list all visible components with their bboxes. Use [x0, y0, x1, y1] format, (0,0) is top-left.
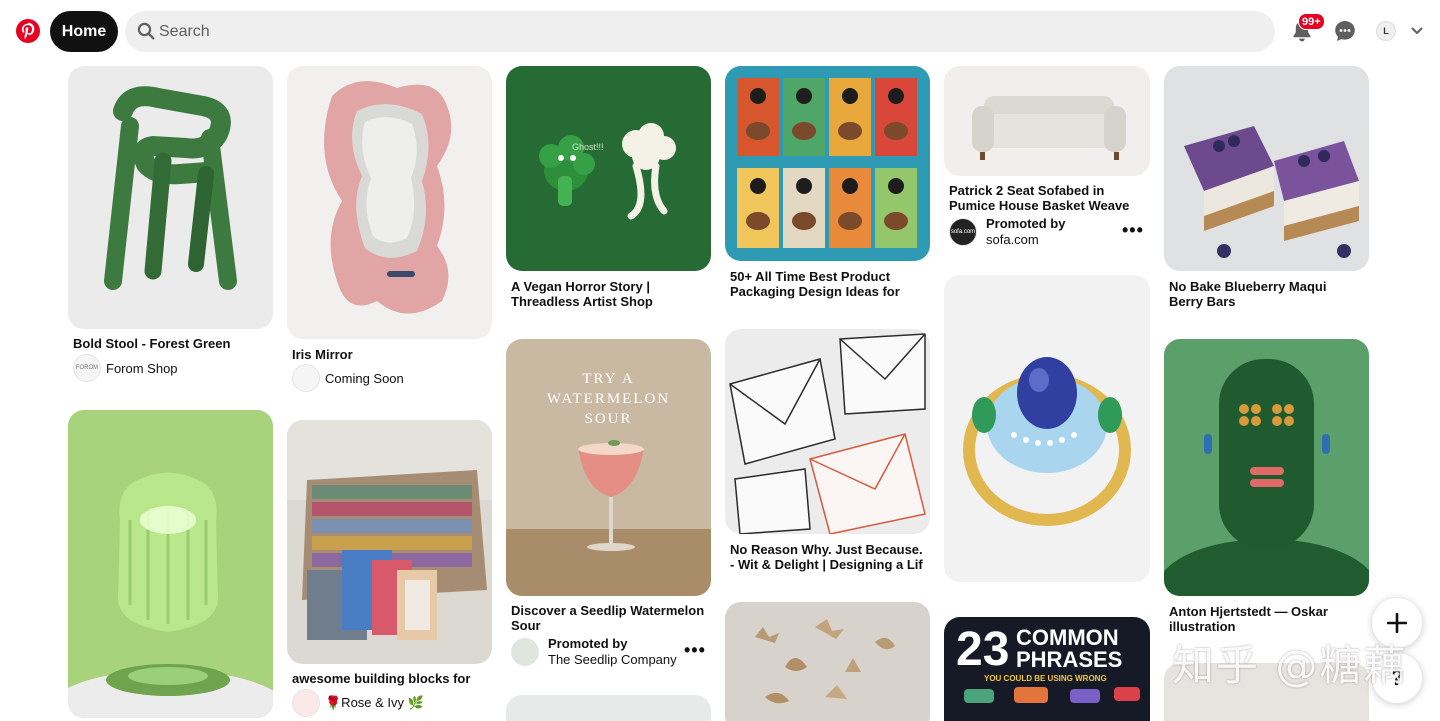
promoted-label: Promoted by — [548, 636, 628, 651]
image-caption: TRY A WATERMELON SOUR — [546, 371, 671, 427]
pin-image-blueberry-bars[interactable] — [1164, 66, 1369, 271]
more-options-icon[interactable]: ••• — [1122, 220, 1144, 241]
source-avatar — [292, 689, 320, 717]
pin-title[interactable]: A Vegan Horror Story | Threadless Artist… — [511, 279, 706, 310]
pin-title[interactable]: Anton Hjertstedt — Oskar illustration — [1169, 604, 1364, 635]
notification-badge: 99+ — [1298, 13, 1325, 30]
pin-title[interactable]: Patrick 2 Seat Sofabed in Pumice House B… — [949, 183, 1145, 214]
source-name: 🌹Rose & Ivy 🌿 — [325, 695, 424, 710]
promoter-name: The Seedlip Company — [548, 652, 677, 667]
promoted-label: Promoted by — [986, 216, 1066, 231]
source-avatar: FOROM — [73, 354, 101, 382]
pin-title[interactable]: Bold Stool - Forest Green — [73, 336, 273, 352]
watermark: 知乎 @糖藕 — [1172, 641, 1408, 690]
pin-image-iris-mirror[interactable] — [287, 66, 492, 339]
pin-title[interactable]: awesome building blocks for — [292, 671, 492, 687]
top-nav: Home 99+ L — [0, 0, 1440, 62]
chat-icon[interactable] — [1333, 19, 1357, 43]
pin-image-envelopes[interactable] — [725, 329, 930, 534]
source-name: Forom Shop — [106, 360, 178, 376]
pin-source[interactable]: Coming Soon — [292, 364, 404, 392]
pin-image-vegan-horror[interactable]: Ghost!!! — [506, 66, 711, 271]
pinterest-logo-icon[interactable] — [16, 19, 40, 43]
pin-image-partial[interactable] — [506, 695, 711, 721]
promoter-name: sofa.com — [986, 232, 1039, 247]
pin-source[interactable]: 🌹Rose & Ivy 🌿 — [292, 689, 424, 717]
pin-image-green-lamp[interactable] — [68, 410, 273, 718]
pin-image-bold-stool[interactable] — [68, 66, 273, 329]
pin-image-anton-illustration[interactable] — [1164, 339, 1369, 596]
pin-image-sofa[interactable] — [944, 66, 1150, 176]
source-avatar: sofa.com — [949, 218, 977, 246]
search-icon — [137, 22, 155, 40]
search-bar[interactable] — [125, 11, 1275, 52]
pin-image-ring[interactable] — [944, 275, 1150, 582]
source-name: Coming Soon — [325, 370, 404, 386]
promoted-by[interactable]: sofa.com Promoted by sofa.com — [949, 216, 1065, 248]
pin-source[interactable]: FOROM Forom Shop — [73, 354, 178, 382]
image-caption: Ghost!!! — [572, 142, 604, 152]
pin-title[interactable]: No Bake Blueberry Maqui Berry Bars — [1169, 279, 1364, 310]
pin-image-common-phrases[interactable]: 23 COMMON PHRASES YOU COULD BE USING WRO… — [944, 617, 1150, 721]
pin-image-watermelon-sour[interactable]: TRY A WATERMELON SOUR — [506, 339, 711, 596]
user-avatar[interactable]: L — [1376, 21, 1396, 41]
source-avatar — [511, 638, 539, 666]
home-button[interactable]: Home — [50, 11, 118, 52]
pin-title[interactable]: Discover a Seedlip Watermelon Sour — [511, 603, 706, 634]
pin-image-cookie-cutters[interactable] — [725, 602, 930, 721]
search-input[interactable] — [159, 11, 1259, 52]
chevron-down-icon[interactable] — [1411, 25, 1423, 37]
pin-image-packaging[interactable] — [725, 66, 930, 261]
source-avatar — [292, 364, 320, 392]
pin-title[interactable]: No Reason Why. Just Because. - Wit & Del… — [730, 542, 925, 573]
promoted-by[interactable]: Promoted by The Seedlip Company — [511, 636, 677, 668]
pin-title[interactable]: 50+ All Time Best Product Packaging Desi… — [730, 269, 925, 300]
pin-image-building-blocks[interactable] — [287, 420, 492, 664]
more-options-icon[interactable]: ••• — [684, 640, 706, 661]
plus-icon — [1387, 613, 1407, 633]
pin-title[interactable]: Iris Mirror — [292, 347, 492, 363]
